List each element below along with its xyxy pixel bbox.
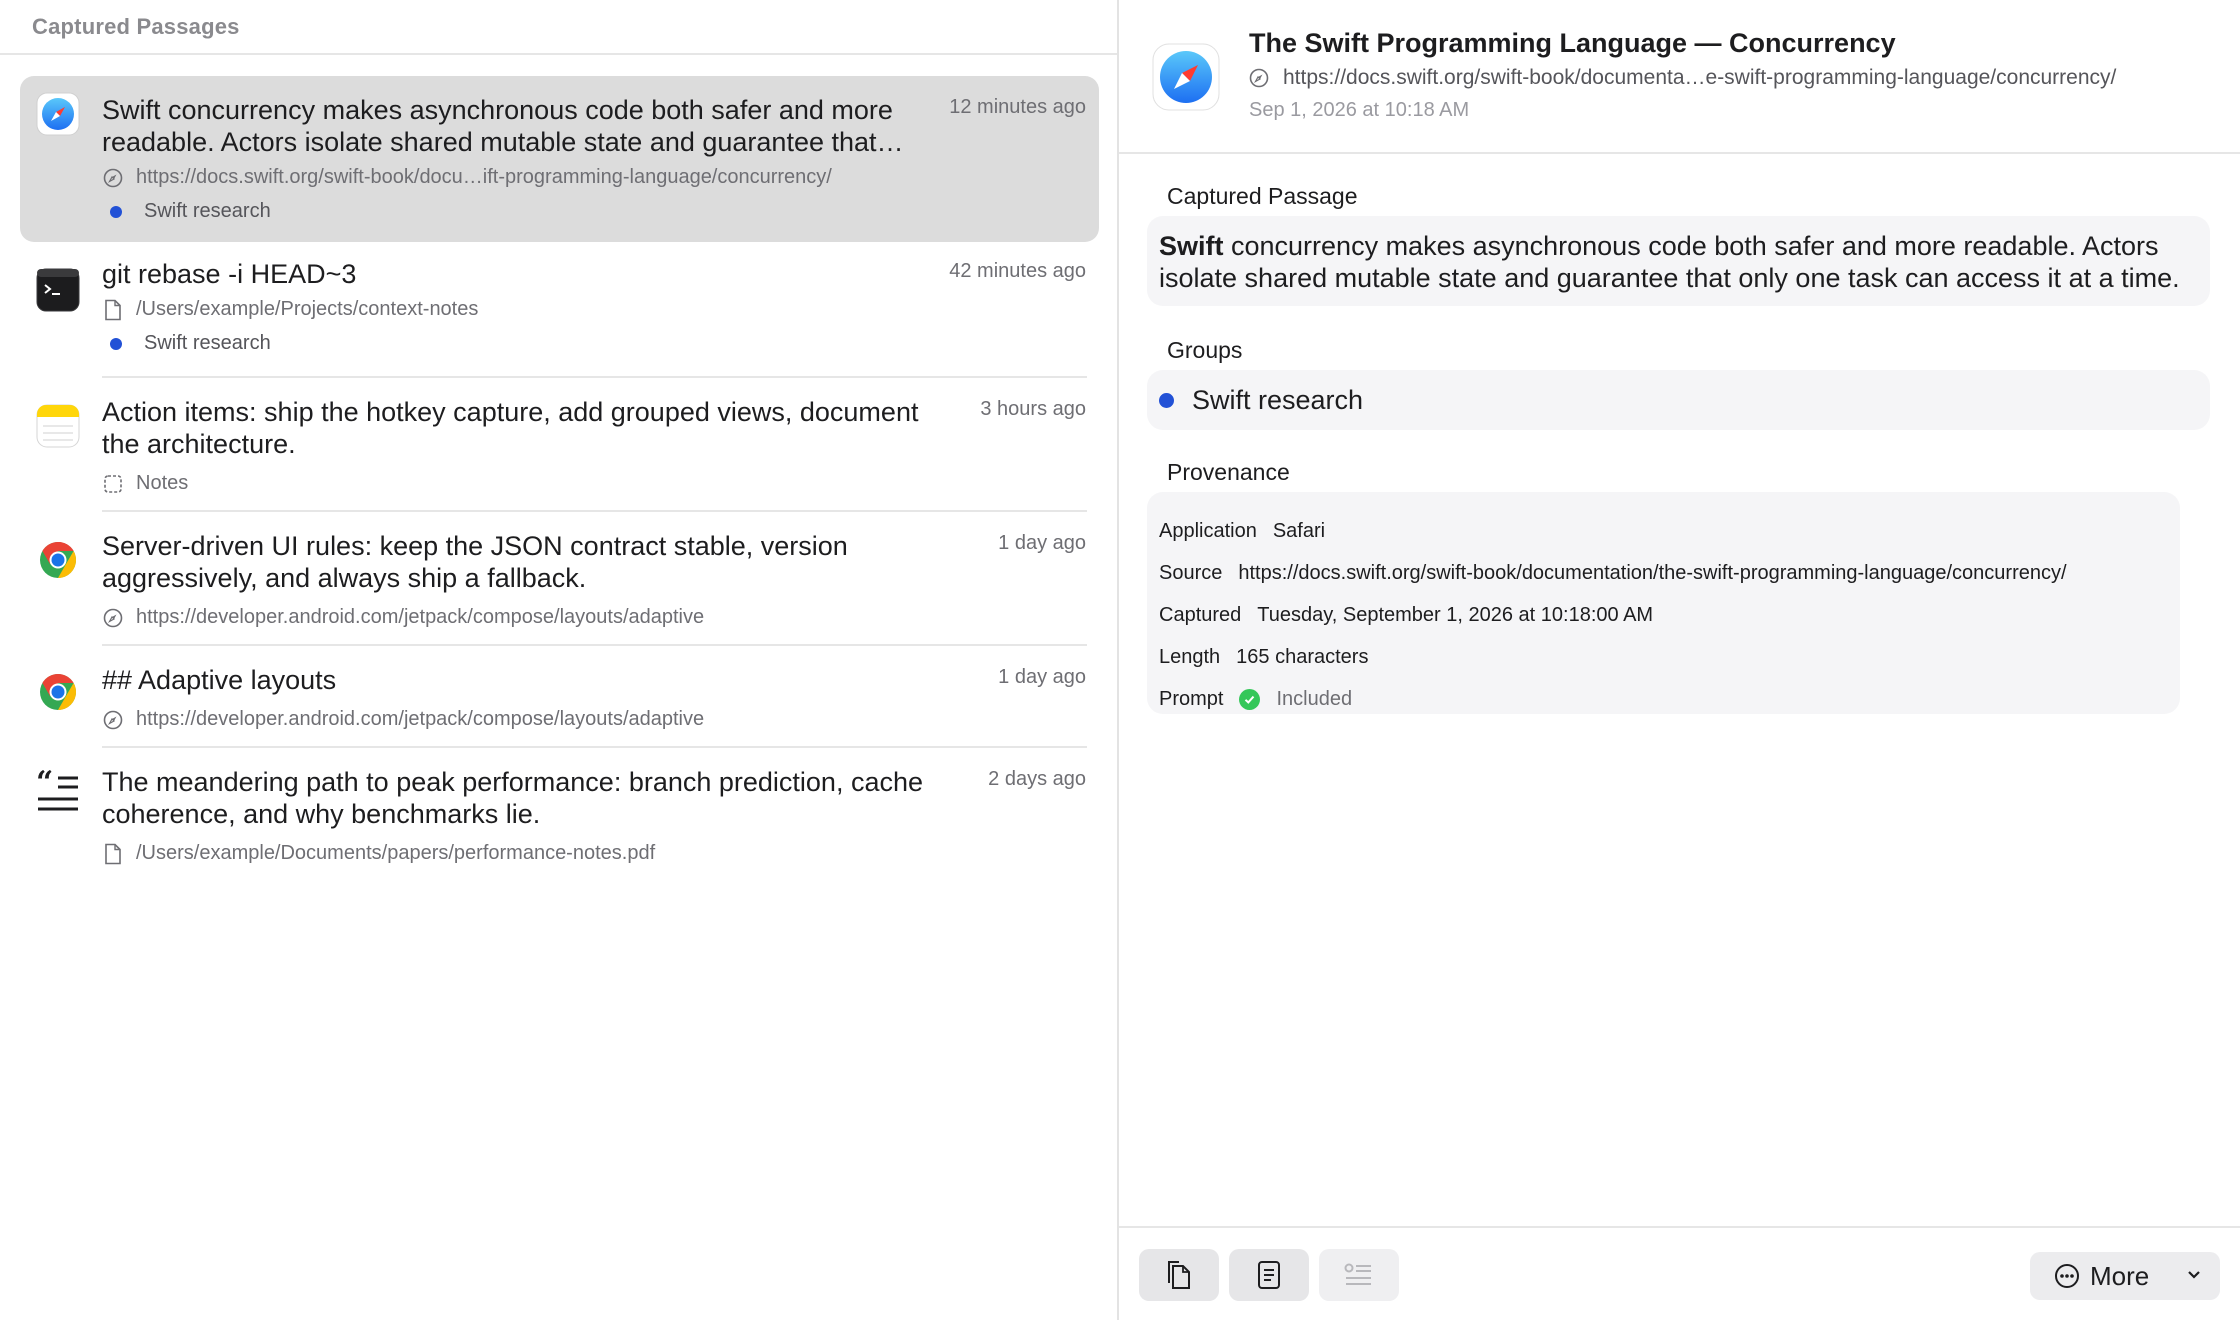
document-icon	[1256, 1259, 1282, 1291]
list-item-title: Swift concurrency makes asynchronous cod…	[102, 95, 904, 157]
document-icon	[102, 299, 124, 321]
terminal-icon	[36, 268, 80, 312]
checkmark-icon	[1239, 688, 1261, 710]
groups-heading: Groups	[1167, 337, 1243, 363]
copy-icon	[1164, 1259, 1194, 1291]
passage-list-pane: Captured Passages Swift concurrency make…	[0, 0, 1119, 1320]
provenance-length-row: Length 165 characters	[1147, 636, 2180, 678]
group-chip[interactable]: Swift research	[1147, 370, 2210, 430]
group-label: Swift research	[1192, 384, 1364, 415]
bottom-toolbar: More	[1119, 1226, 2240, 1320]
captured-passage-heading: Captured Passage	[1167, 183, 1358, 209]
list-item-title: ## Adaptive layouts	[102, 665, 337, 695]
provenance-key: Prompt	[1159, 687, 1224, 710]
detail-url-text: https://docs.swift.org/swift-book/docume…	[1283, 66, 2117, 89]
list-item-title: git rebase -i HEAD~3	[102, 259, 357, 289]
window-icon	[102, 473, 124, 495]
chrome-icon	[36, 538, 80, 582]
list-item[interactable]: ## Adaptive layouts 1 day ago https://de…	[20, 646, 1099, 748]
safari-icon	[1151, 42, 1221, 112]
list-item-source: /Users/example/Projects/context-notes	[102, 298, 478, 321]
list-item[interactable]: git rebase -i HEAD~3 42 minutes ago /Use…	[20, 242, 1099, 378]
list-item-source: https://developer.android.com/jetpack/co…	[102, 606, 704, 629]
list-item-source-text: /Users/example/Documents/papers/performa…	[136, 842, 656, 864]
detail-header: The Swift Programming Language — Concurr…	[1119, 0, 2240, 154]
provenance-heading: Provenance	[1167, 459, 1290, 485]
provenance-key: Application	[1159, 519, 1257, 542]
provenance-key: Source	[1159, 561, 1223, 584]
copy-button[interactable]	[1139, 1249, 1219, 1301]
add-to-prompt-button[interactable]	[1319, 1249, 1399, 1301]
list-item-group: Swift research	[110, 200, 271, 223]
passage-bold-word: Swift	[1159, 231, 1224, 261]
group-color-dot	[1159, 392, 1174, 408]
provenance-source-link[interactable]: https://docs.swift.org/swift-book/docume…	[1238, 562, 2066, 585]
provenance-captured-row: Captured Tuesday, September 1, 2026 at 1…	[1147, 594, 2180, 636]
compass-icon	[102, 607, 124, 629]
list-item-time: 2 days ago	[988, 768, 1086, 790]
compass-icon	[102, 709, 124, 731]
list-item-source: Notes	[102, 472, 188, 495]
compass-icon	[102, 167, 124, 189]
provenance-value: Included	[1276, 687, 1353, 710]
list-bullet-icon	[1343, 1261, 1375, 1289]
document-icon	[102, 843, 124, 865]
list-item-title: Action items: ship the hotkey capture, a…	[102, 397, 919, 459]
list-item-time: 12 minutes ago	[949, 96, 1086, 118]
list-item-source-text: https://developer.android.com/jetpack/co…	[136, 708, 705, 730]
list-item[interactable]: Server-driven UI rules: keep the JSON co…	[20, 512, 1099, 646]
provenance-value: 165 characters	[1236, 645, 1369, 668]
provenance-key: Captured	[1159, 603, 1242, 626]
provenance-prompt-row: Prompt Included	[1147, 678, 2180, 720]
compass-icon	[1249, 68, 1269, 88]
list-item-time: 1 day ago	[998, 666, 1086, 688]
notes-icon	[36, 404, 80, 448]
list-item[interactable]: Swift concurrency makes asynchronous cod…	[20, 76, 1099, 242]
list-item[interactable]: Action items: ship the hotkey capture, a…	[20, 378, 1099, 512]
group-color-dot	[110, 205, 122, 218]
list-item-source-text: /Users/example/Projects/context-notes	[136, 298, 479, 320]
passage-list: Swift concurrency makes asynchronous cod…	[20, 76, 1099, 878]
list-item-title: The meandering path to peak performance:…	[102, 767, 923, 829]
provenance-application-row: Application Safari	[1147, 510, 2180, 552]
ellipsis-circle-icon	[2054, 1263, 2080, 1289]
list-item-group-label: Swift research	[144, 332, 271, 354]
list-item-group-label: Swift research	[144, 200, 271, 222]
provenance-table: Application Safari Source https://docs.s…	[1147, 492, 2180, 714]
list-item-source: https://docs.swift.org/swift-book/docu…i…	[102, 166, 832, 189]
app-window: Captured Passages Swift concurrency make…	[0, 0, 2240, 1320]
list-item-source-text: https://docs.swift.org/swift-book/docu…i…	[136, 166, 832, 188]
captured-passage-text[interactable]: Swift concurrency makes asynchronous cod…	[1147, 216, 2210, 306]
open-document-button[interactable]	[1229, 1249, 1309, 1301]
list-item-time: 1 day ago	[998, 532, 1086, 554]
list-header: Captured Passages	[0, 0, 1117, 55]
chevron-down-icon	[2184, 1264, 2204, 1284]
provenance-key: Length	[1159, 645, 1221, 668]
passage-body: concurrency makes asynchronous code both…	[1159, 231, 2180, 293]
more-label: More	[2090, 1260, 2150, 1291]
provenance-value: Tuesday, September 1, 2026 at 10:18:00 A…	[1257, 603, 1654, 626]
list-item-title: Server-driven UI rules: keep the JSON co…	[102, 531, 848, 593]
list-item-source: https://developer.android.com/jetpack/co…	[102, 708, 704, 731]
list-item-group: Swift research	[110, 332, 271, 355]
list-item-source: /Users/example/Documents/papers/performa…	[102, 842, 655, 865]
svg-text:“: “	[36, 770, 53, 800]
list-header-title: Captured Passages	[32, 13, 240, 39]
detail-pane: The Swift Programming Language — Concurr…	[1119, 0, 2240, 1320]
detail-url[interactable]: https://docs.swift.org/swift-book/docume…	[1249, 66, 2116, 90]
detail-title: The Swift Programming Language — Concurr…	[1249, 28, 1896, 58]
list-item-time: 3 hours ago	[980, 398, 1086, 420]
chrome-icon	[36, 670, 80, 714]
provenance-value: Safari	[1272, 519, 1326, 542]
group-color-dot	[110, 337, 122, 350]
safari-icon	[36, 92, 80, 136]
provenance-source-row: Source https://docs.swift.org/swift-book…	[1147, 552, 2180, 594]
list-item[interactable]: “ The meandering path to peak performanc…	[20, 748, 1099, 878]
list-item-source-text: Notes	[136, 472, 189, 494]
more-menu-button[interactable]: More	[2030, 1252, 2220, 1300]
list-item-time: 42 minutes ago	[949, 260, 1086, 282]
list-item-source-text: https://developer.android.com/jetpack/co…	[136, 606, 705, 628]
quote-icon: “	[36, 770, 80, 814]
detail-date: Sep 1, 2026 at 10:18 AM	[1249, 99, 1470, 121]
